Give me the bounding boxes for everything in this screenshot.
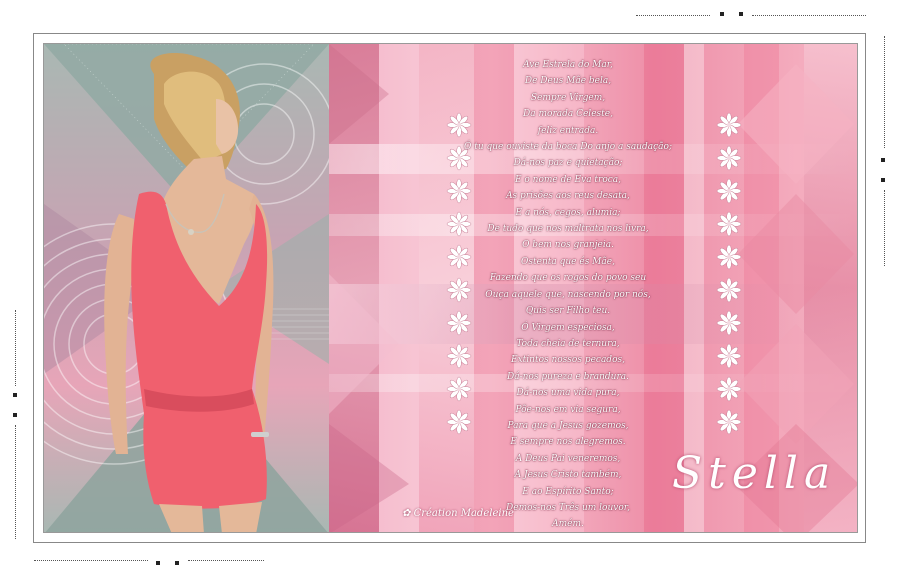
credit-text: Création Madeleine <box>413 508 514 519</box>
corner-dash-right-top <box>884 36 885 148</box>
poem-line: De Deus Mãe bela, <box>524 76 612 87</box>
corner-square <box>720 12 724 16</box>
corner-dash-left-top <box>15 310 16 386</box>
flower-icon <box>716 409 742 435</box>
corner-square <box>739 12 743 16</box>
poem-line: Da morada Celeste, <box>523 109 613 120</box>
poem-line: Ó Virgem especiosa, <box>521 322 615 333</box>
flower-icon <box>716 376 742 402</box>
poem-line: Sempre Virgem, <box>530 92 606 103</box>
corner-square <box>881 158 885 162</box>
flower-icon <box>716 244 742 270</box>
poem-line: Extintos nossos pecados, <box>511 355 625 366</box>
poem-line: Ouça aquele que, nascendo por nós, <box>485 289 651 300</box>
creator-credit: ✿ Création Madeleine <box>402 508 514 519</box>
poem-line: E sempre nos alegremos. <box>510 437 626 448</box>
diamond-pattern-left <box>329 44 409 532</box>
flower-icon <box>716 310 742 336</box>
poem-line: Dá-nos paz e quietação; <box>513 158 623 169</box>
poem-line: feliz entrada. <box>537 125 599 136</box>
flower-icon <box>716 277 742 303</box>
corner-dash-bottom-left <box>34 560 148 561</box>
corner-square <box>13 393 17 397</box>
corner-dash-bottom-right <box>188 560 264 561</box>
flower-icon: ✿ <box>402 508 414 519</box>
corner-dash-left-bottom <box>15 425 16 539</box>
poem-line: Quis ser Filho teu. <box>525 306 611 317</box>
corner-dash-right-bottom <box>884 190 885 266</box>
flower-icon <box>716 343 742 369</box>
poem-line: As prisões aos reus desata, <box>506 191 630 202</box>
poem-line: A Jesus Cristo também, <box>514 470 622 481</box>
poem-line: De tudo que nos maltrata nos livra, <box>487 224 649 235</box>
corner-square <box>175 561 179 565</box>
poem-text: Ave Estrela do Mar, De Deus Mãe bela, Semp… <box>448 57 688 533</box>
poem-line: O bem nos granjeia. <box>522 240 614 251</box>
poem-line: Ó tu que ouviste da boca Do anjo a sauda… <box>463 142 672 153</box>
poem-line: Para que a Jesus gozemos, <box>507 420 629 431</box>
poem-line: A Deus Pai veneremos, <box>515 453 621 464</box>
flower-icon <box>716 145 742 171</box>
poem-line: Ostenta que és Mãe, <box>521 256 615 267</box>
poem-line: E o nome de Eva troca, <box>514 174 622 185</box>
corner-dash-top-left <box>636 15 710 16</box>
poem-line: E ao Espírito Santo; <box>522 486 614 497</box>
flower-icon <box>716 178 742 204</box>
corner-square <box>156 561 160 565</box>
corner-square <box>13 413 17 417</box>
signature-stella: Stella <box>672 448 837 499</box>
poem-line: Põe-nos em via segura, <box>515 404 621 415</box>
woman-in-pink-dress <box>104 53 274 532</box>
poem-line: Dá-nos uma vida pura, <box>516 388 620 399</box>
poem-line: Toda cheia de ternura, <box>516 338 620 349</box>
poem-line: E a nós, cegos, alumia; <box>515 207 621 218</box>
flower-icon <box>716 112 742 138</box>
flower-column-right <box>714 112 744 435</box>
corner-dash-top-right <box>752 15 866 16</box>
flower-icon <box>716 211 742 237</box>
poem-line: Ave Estrela do Mar, <box>523 60 613 70</box>
poem-line: Fazendo que os rogos do povo seu <box>489 273 647 284</box>
poem-line: Dá-nos pureza e brandura. <box>507 371 629 382</box>
corner-square <box>881 178 885 182</box>
